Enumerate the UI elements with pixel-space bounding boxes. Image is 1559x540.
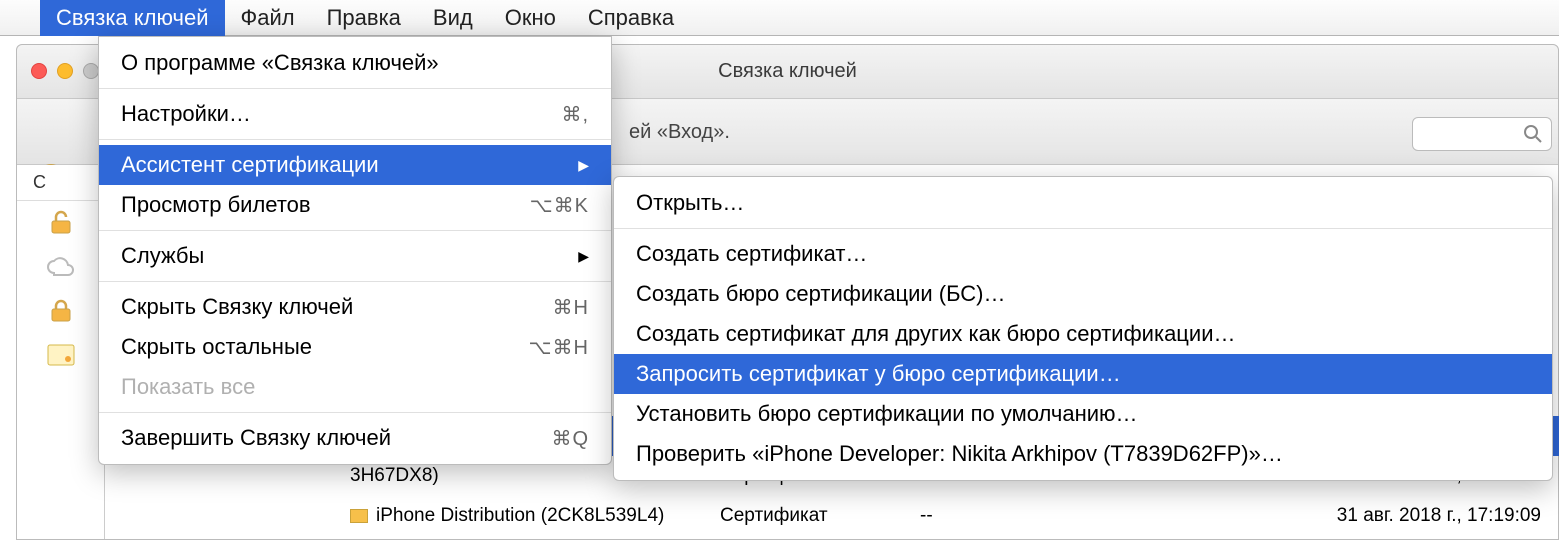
cert-assistant-submenu: Открыть… Создать сертификат… Создать бюр… (613, 176, 1553, 481)
status-text: ей «Вход». (629, 121, 730, 144)
menu-hide[interactable]: Скрыть Связку ключей⌘H (99, 287, 611, 327)
unlock-icon[interactable] (17, 201, 104, 245)
certificate-icon (350, 509, 368, 523)
menu-separator (99, 230, 611, 231)
row-name: iPhone Distribution (2CK8L539L4) (376, 505, 664, 526)
lock-closed-icon[interactable] (17, 289, 104, 333)
menubar-edit[interactable]: Правка (311, 0, 417, 36)
menu-separator (614, 228, 1552, 229)
row-kind: Сертификат (720, 505, 920, 527)
menubar-app[interactable]: Связка ключей (40, 0, 225, 36)
submenu-create-ca[interactable]: Создать бюро сертификации (БС)… (614, 274, 1552, 314)
submenu-create-for-others[interactable]: Создать сертификат для других как бюро с… (614, 314, 1552, 354)
submenu-verify[interactable]: Проверить «iPhone Developer: Nikita Arkh… (614, 434, 1552, 474)
chevron-right-icon: ▶ (578, 248, 589, 265)
submenu-create-cert[interactable]: Создать сертификат… (614, 234, 1552, 274)
menubar-file[interactable]: Файл (225, 0, 311, 36)
menubar: Связка ключей Файл Правка Вид Окно Справ… (0, 0, 1559, 36)
submenu-request-cert[interactable]: Запросить сертификат у бюро сертификации… (614, 354, 1552, 394)
row-date: 31 авг. 2018 г., 17:19:09 (1180, 505, 1559, 527)
menu-hide-others[interactable]: Скрыть остальные⌥⌘H (99, 327, 611, 367)
search-icon (1523, 124, 1543, 144)
menu-about[interactable]: О программе «Связка ключей» (99, 43, 611, 83)
submenu-set-default-ca[interactable]: Установить бюро сертификации по умолчани… (614, 394, 1552, 434)
certificate-icon[interactable] (17, 333, 104, 377)
menu-separator (99, 139, 611, 140)
search-input[interactable] (1412, 117, 1552, 151)
menu-quit[interactable]: Завершить Связку ключей⌘Q (99, 418, 611, 458)
shortcut: ⌘, (561, 102, 589, 127)
menu-services[interactable]: Службы▶ (99, 236, 611, 276)
menu-cert-assistant[interactable]: Ассистент сертификации▶ (99, 145, 611, 185)
menu-ticket-viewer[interactable]: Просмотр билетов⌥⌘K (99, 185, 611, 225)
menu-show-all: Показать все (99, 367, 611, 407)
menubar-view[interactable]: Вид (417, 0, 489, 36)
menu-separator (99, 412, 611, 413)
menu-separator (99, 281, 611, 282)
app-menu: О программе «Связка ключей» Настройки…⌘,… (98, 36, 612, 465)
menu-separator (99, 88, 611, 89)
shortcut: ⌘Q (551, 426, 589, 451)
row-name: 3H67DX8) (350, 465, 439, 486)
menubar-window[interactable]: Окно (489, 0, 572, 36)
shortcut: ⌘H (553, 295, 589, 320)
submenu-open[interactable]: Открыть… (614, 183, 1552, 223)
sidebar: С (17, 165, 105, 539)
cloud-icon[interactable] (17, 245, 104, 289)
menu-preferences[interactable]: Настройки…⌘, (99, 94, 611, 134)
chevron-right-icon: ▶ (578, 157, 589, 174)
row-usage: -- (920, 505, 1180, 527)
menubar-help[interactable]: Справка (572, 0, 690, 36)
shortcut: ⌥⌘K (530, 193, 589, 218)
table-row[interactable]: iPhone Distribution (2CK8L539L4) Сертифи… (330, 496, 1559, 536)
shortcut: ⌥⌘H (529, 335, 590, 360)
sidebar-item[interactable]: С (17, 165, 104, 201)
